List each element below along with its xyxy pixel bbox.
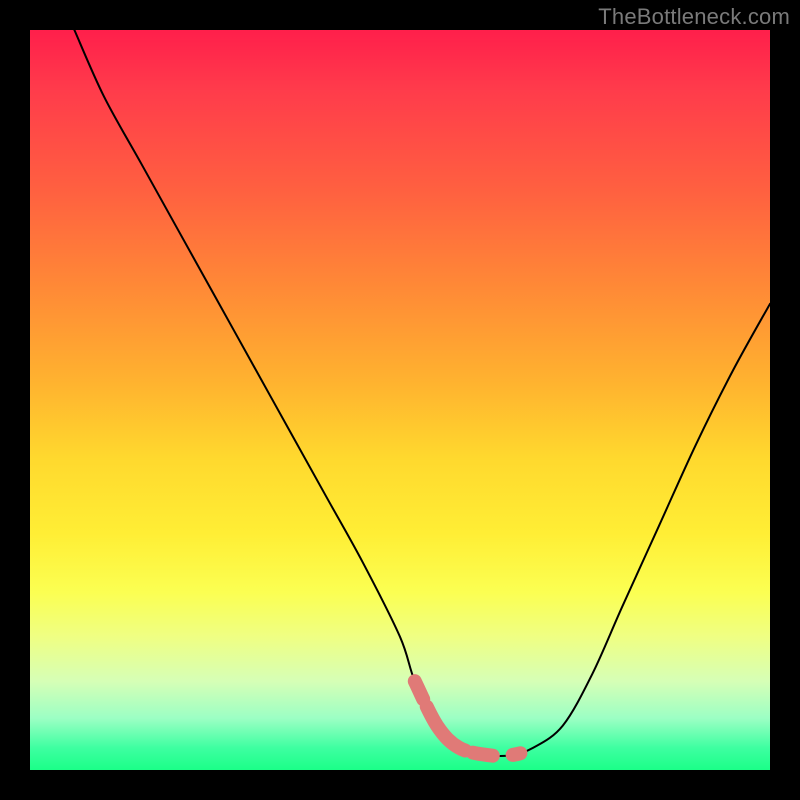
curve-line <box>74 30 770 756</box>
chart-plot-area <box>30 30 770 770</box>
bottleneck-curve <box>30 30 770 770</box>
chart-frame: TheBottleneck.com <box>0 0 800 800</box>
curve-highlight <box>415 681 563 756</box>
watermark-text: TheBottleneck.com <box>598 4 790 30</box>
